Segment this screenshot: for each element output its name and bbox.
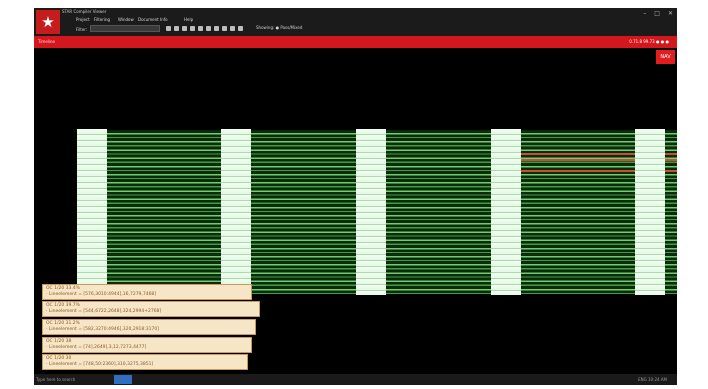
- fit-icon[interactable]: [182, 26, 187, 31]
- title-and-menu-bar: ★ STAR Compiler Viewer Project Filtering…: [34, 8, 677, 36]
- photo-frame: { "window": { "title": "STAR Compiler Vi…: [0, 0, 708, 389]
- application-window: ★ STAR Compiler Viewer Project Filtering…: [34, 8, 677, 385]
- panel-header: Timeline 0.71.8 99.73 ● ● ●: [34, 36, 677, 48]
- timeline-canvas[interactable]: OC 1/20 33.4% · Lineelement = [576,3010:…: [34, 48, 677, 370]
- link-band: [385, 130, 492, 294]
- timeline-column[interactable]: [77, 129, 107, 295]
- link-band: [250, 130, 357, 294]
- taskbar: Type here to search ENG 10:24 AM: [34, 374, 677, 385]
- taskbar-search[interactable]: Type here to search: [36, 377, 75, 382]
- tooltip-detail: · Lineelement = [74],2649],3,12,7273,447…: [46, 345, 147, 350]
- tooltip-card: OC 1/20 38 · Lineelement = [74],2649],3,…: [42, 337, 252, 353]
- panel-controls[interactable]: 0.71.8 99.73 ● ● ●: [629, 39, 669, 44]
- settings-icon[interactable]: [214, 26, 219, 31]
- menu-window[interactable]: Window: [118, 17, 134, 22]
- filter-input[interactable]: [90, 25, 160, 32]
- forward-icon[interactable]: [198, 26, 203, 31]
- timeline-column[interactable]: [356, 129, 386, 295]
- tooltip-card: OC 1/20 30 · Lineelement = [748,50:2360]…: [42, 354, 248, 370]
- timeline-column[interactable]: [221, 129, 251, 295]
- toolbar-status: Showing: ● Pass/Mixed: [256, 25, 303, 30]
- back-icon[interactable]: [190, 26, 195, 31]
- menu-document-info[interactable]: Document Info: [138, 17, 168, 22]
- refresh-icon[interactable]: [206, 26, 211, 31]
- tooltip-detail: · Lineelement = [576,3010:4944],16,7279,…: [46, 292, 157, 297]
- window-controls: – □ ✕: [643, 10, 673, 17]
- maximize-button[interactable]: □: [654, 10, 660, 17]
- grid-icon[interactable]: [230, 26, 235, 31]
- link-band: [106, 130, 221, 294]
- taskbar-tray: ENG 10:24 AM: [638, 377, 667, 382]
- menu-project[interactable]: Project: [76, 17, 90, 22]
- timeline-column[interactable]: [491, 129, 521, 295]
- taskbar-active-app-icon[interactable]: [114, 375, 132, 384]
- zoom-in-icon[interactable]: [166, 26, 171, 31]
- tooltip-detail: · Lineelement = [748,50:2360],310,3275,3…: [46, 362, 154, 367]
- filter-icon[interactable]: [238, 26, 243, 31]
- filter-label: Filter:: [76, 27, 88, 32]
- menu-filtering[interactable]: Filtering: [94, 17, 110, 22]
- tooltip-detail: · Lineelement = [582,3270:4946],320,2918…: [46, 327, 160, 332]
- timeline-column[interactable]: [635, 129, 665, 295]
- tooltip-card: OC 1/20 31.2% · Lineelement = [582,3270:…: [42, 319, 256, 335]
- zoom-out-icon[interactable]: [174, 26, 179, 31]
- tooltip-card: OC 1/20 39.7% · Lineelement = [544,6722,…: [42, 301, 260, 317]
- export-icon[interactable]: [222, 26, 227, 31]
- menu-help[interactable]: Help: [184, 17, 193, 22]
- toolbar-icons: [166, 26, 243, 32]
- panel-title: Timeline: [38, 39, 56, 44]
- close-button[interactable]: ✕: [668, 10, 673, 17]
- app-logo-icon: ★: [36, 10, 60, 34]
- tooltip-card: OC 1/20 33.4% · Lineelement = [576,3010:…: [42, 284, 252, 300]
- tooltip-detail: · Lineelement = [544,6722,2648],324,2994…: [46, 309, 162, 314]
- minimize-button[interactable]: –: [643, 10, 646, 17]
- window-title: STAR Compiler Viewer: [62, 9, 107, 14]
